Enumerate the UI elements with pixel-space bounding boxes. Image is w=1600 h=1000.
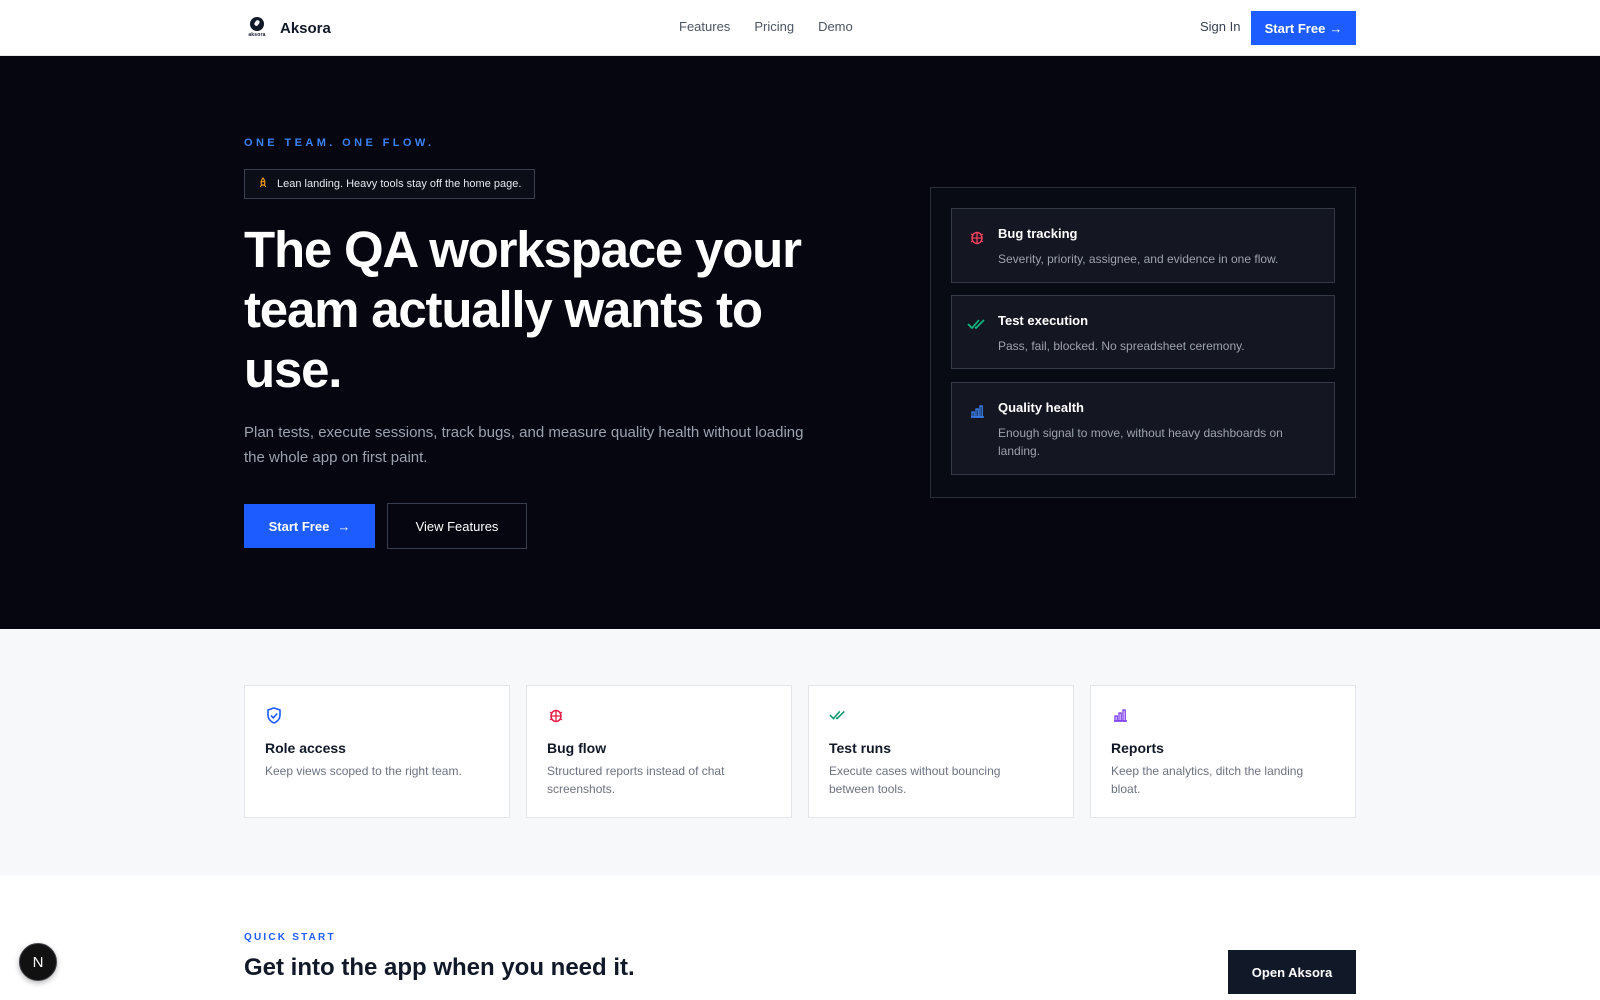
hero-start-free-label: Start Free <box>268 518 330 534</box>
hero-section: ONE TEAM. ONE FLOW. Lean landing. Heavy … <box>0 56 1600 629</box>
dev-tools-badge[interactable]: N <box>19 943 57 981</box>
open-aksora-button[interactable]: Open Aksora <box>1228 950 1356 994</box>
feature-test-execution: Test execution Pass, fail, blocked. No s… <box>951 295 1335 369</box>
arrow-right-icon: → <box>337 518 351 534</box>
view-features-button[interactable]: View Features <box>387 503 527 549</box>
feature-preview-panel: Bug tracking Severity, priority, assigne… <box>930 187 1356 498</box>
card-description: Keep views scoped to the right team. <box>265 764 462 778</box>
check-double-icon <box>967 314 987 334</box>
shield-check-icon <box>265 706 283 724</box>
aksora-logo-icon: aksora <box>244 16 270 40</box>
feature-quality-health: Quality health Enough signal to move, wi… <box>951 382 1335 475</box>
hero-subtitle: Plan tests, execute sessions, track bugs… <box>244 424 804 466</box>
feature-title: Quality health <box>998 400 1084 415</box>
rocket-icon <box>257 176 269 192</box>
card-description: Execute cases without bouncing between t… <box>829 764 1001 796</box>
nav-link-demo[interactable]: Demo <box>818 19 853 34</box>
feature-description: Severity, priority, assignee, and eviden… <box>998 252 1279 266</box>
hero-start-free-button[interactable]: Start Free → <box>244 504 375 548</box>
feature-description: Pass, fail, blocked. No spreadsheet cere… <box>998 339 1245 353</box>
card-title: Role access <box>265 740 346 756</box>
sign-in-link[interactable]: Sign In <box>1200 19 1240 34</box>
card-description: Structured reports instead of chat scree… <box>547 764 725 796</box>
nav-link-pricing[interactable]: Pricing <box>754 19 794 34</box>
feature-bug-tracking: Bug tracking Severity, priority, assigne… <box>951 208 1335 283</box>
card-bug-flow: Bug flow Structured reports instead of c… <box>526 685 792 818</box>
card-title: Bug flow <box>547 740 607 756</box>
view-features-label: View Features <box>415 518 499 534</box>
header-start-free-label: Start Free <box>1264 20 1326 36</box>
header-start-free-button[interactable]: Start Free → <box>1251 11 1356 45</box>
card-reports: Reports Keep the analytics, ditch the la… <box>1090 685 1356 818</box>
feature-title: Bug tracking <box>998 226 1078 241</box>
announcement-pill: Lean landing. Heavy tools stay off the h… <box>244 169 536 199</box>
main-nav: Features Pricing Demo <box>679 19 853 34</box>
card-description: Keep the analytics, ditch the landing bl… <box>1111 764 1304 796</box>
hero-eyebrow: ONE TEAM. ONE FLOW. <box>244 137 435 149</box>
quick-start-eyebrow: QUICK START <box>244 932 336 943</box>
feature-description: Enough signal to move, without heavy das… <box>998 426 1283 458</box>
announcement-text: Lean landing. Heavy tools stay off the h… <box>277 178 522 190</box>
arrow-right-icon: → <box>1329 20 1343 36</box>
nav-link-features[interactable]: Features <box>679 19 730 34</box>
feature-title: Test execution <box>998 313 1089 328</box>
top-navbar: aksora Aksora Features Pricing Demo Sign… <box>0 0 1600 56</box>
open-aksora-label: Open Aksora <box>1251 964 1333 980</box>
features-strip: Role access Keep views scoped to the rig… <box>0 629 1600 875</box>
card-role-access: Role access Keep views scoped to the rig… <box>244 685 510 818</box>
card-test-runs: Test runs Execute cases without bouncing… <box>808 685 1074 818</box>
hero-title: The QA workspace your team actually want… <box>244 221 802 398</box>
bug-icon <box>547 706 565 724</box>
card-title: Test runs <box>829 740 891 756</box>
bug-icon <box>967 227 987 247</box>
quick-start-title: Get into the app when you need it. <box>244 954 635 981</box>
bar-chart-icon <box>967 401 987 421</box>
brand-logo[interactable]: aksora Aksora <box>244 16 331 40</box>
next-logo-icon: N <box>32 953 44 971</box>
bar-chart-icon <box>1111 706 1129 724</box>
card-title: Reports <box>1111 740 1164 756</box>
check-double-icon <box>829 706 847 724</box>
brand-name: Aksora <box>280 19 331 37</box>
